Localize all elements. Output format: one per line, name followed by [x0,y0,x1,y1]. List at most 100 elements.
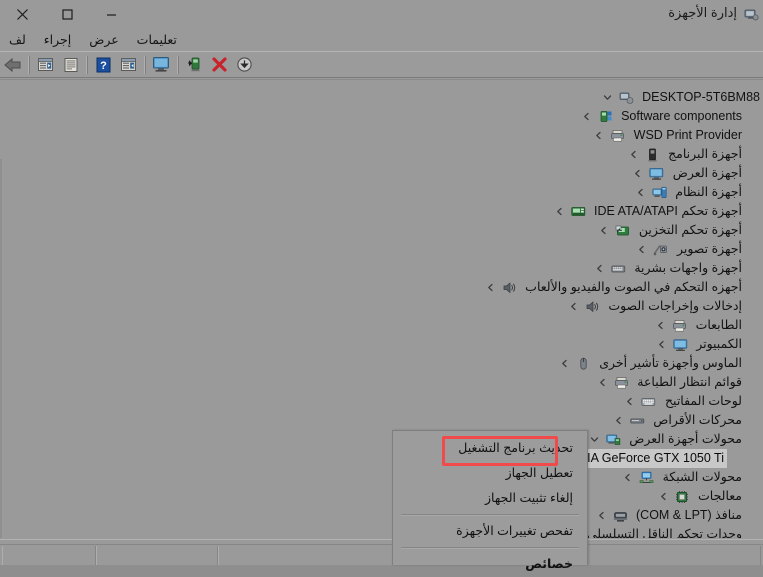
tree-node[interactable]: أجهزة تحكم IDE ATA/ATAPI [0,202,763,221]
tree-node-label: أجهزة تحكم IDE ATA/ATAPI [588,202,745,221]
disable-device-icon[interactable] [232,53,257,77]
context-menu-separator [401,547,579,549]
tree-node-label: قوائم انتظار الطباعة [631,373,745,392]
update-driver-icon[interactable] [182,53,207,77]
tree-node[interactable]: منافذ (COM & LPT) [0,506,763,525]
menu-help[interactable]: تعليمات [128,30,186,50]
maximize-button[interactable] [45,0,89,28]
help-icon[interactable]: ? [91,53,116,77]
device-tree-pane[interactable]: DESKTOP-5T6BM88Software componentsWSD Pr… [0,79,763,538]
tree-node-label: WSD Print Provider [628,126,745,145]
close-button[interactable] [0,0,44,28]
tree-node[interactable]: أجهزه التحكم في الصوت والفيديو والألعاب [0,278,763,297]
chevron-left-icon[interactable] [629,169,647,178]
chevron-left-icon[interactable] [621,397,639,406]
tree-node[interactable]: الطابعات [0,316,763,335]
chevron-left-icon[interactable] [619,473,637,482]
mouse-icon [573,357,593,371]
context-menu[interactable]: تحديث برنامج التشغيل تعطيل الجهاز إلغاء … [392,430,588,565]
tree-node[interactable]: الماوس وأجهزة تأشير أخرى [0,354,763,373]
tree-node[interactable]: محولات أجهزة العرض [0,430,763,449]
tree-node[interactable]: أجهزة تصوير [0,240,763,259]
audio-io-icon [582,300,602,314]
page-title: إدارة الأجهزة [668,5,737,21]
ctx-update-driver[interactable]: تحديث برنامج التشغيل [393,436,587,461]
menu-view[interactable]: عرض [80,30,127,50]
tree-node[interactable]: معالجات [0,487,763,506]
chevron-left-icon[interactable] [624,150,642,159]
device-list-icon[interactable] [116,53,141,77]
tree-node[interactable]: WSD Print Provider [0,126,763,145]
chevron-left-icon[interactable] [652,340,670,349]
chevron-left-icon[interactable] [590,131,608,140]
tree-node-label: Software components [615,107,745,126]
scan-hardware-icon[interactable] [149,53,174,77]
back-arrow-icon[interactable] [0,53,25,77]
tree-node[interactable]: Software components [0,107,763,126]
tree-node[interactable]: إدخالات وإخراجات الصوت [0,297,763,316]
chevron-left-icon[interactable] [555,359,573,368]
chevron-left-icon[interactable] [590,264,608,273]
storage-controller-icon [613,224,633,238]
tree-root-node[interactable]: DESKTOP-5T6BM88 [0,88,763,107]
chevron-left-icon[interactable] [609,416,627,425]
chevron-left-icon[interactable] [593,378,611,387]
tree-node-label: معالجات [692,487,745,506]
toolbar-separator [144,56,146,74]
device-manager-window: إدارة الأجهزة تعليمات عرض إجراء لف [0,0,763,565]
status-cell-1 [2,546,96,565]
ctx-uninstall-device[interactable]: إلغاء تثبيت الجهاز [393,486,587,511]
chevron-left-icon[interactable] [595,226,613,235]
tree-node[interactable]: محركات الأقراص [0,411,763,430]
tree-node[interactable]: قوائم انتظار الطباعة [0,373,763,392]
tree-node[interactable]: أجهزة تحكم التخزين [0,221,763,240]
toolbar-separator [86,56,88,74]
tree-node-label: أجهزة تصوير [671,240,745,259]
tree-node[interactable]: لوحات المفاتيح [0,392,763,411]
tree-node-label: محولات أجهزة العرض [623,430,745,449]
tree-node[interactable]: أجهزة النظام [0,183,763,202]
tree-node-label: أجهزة النظام [669,183,745,202]
chevron-left-icon[interactable] [481,283,499,292]
chevron-down-icon[interactable] [598,93,616,102]
chevron-left-icon[interactable] [550,207,568,216]
properties-icon[interactable] [58,53,83,77]
print-queue-icon [611,376,631,390]
processor-icon [672,490,692,504]
ctx-disable-device[interactable]: تعطيل الجهاز [393,461,587,486]
chevron-left-icon[interactable] [564,302,582,311]
tree-node-label: منافذ (COM & LPT) [630,506,745,525]
software-device-icon [642,148,662,162]
menu-file[interactable]: لف [0,30,35,50]
menu-action[interactable]: إجراء [35,30,80,50]
tree-node[interactable]: NVIDIA GeForce GTX 1050 Ti [0,449,763,468]
tree-node-label: أجهزة العرض [667,164,745,183]
software-component-icon [595,110,615,124]
status-bar [0,539,763,565]
tree-node[interactable]: محولات الشبكة [0,468,763,487]
chevron-left-icon[interactable] [592,511,610,520]
tree-node[interactable]: أجهزة العرض [0,164,763,183]
chevron-left-icon[interactable] [631,188,649,197]
device-manager-icon [744,7,759,22]
minimize-button[interactable] [89,0,133,28]
svg-text:?: ? [100,60,107,72]
computer-icon [616,91,636,105]
keyboard-icon [639,395,659,409]
tree-node[interactable]: وحدات تحكم الناقل التسلسلي العالمي [0,525,763,538]
title-bar: إدارة الأجهزة [0,0,763,28]
tree-node[interactable]: أجهزة البرنامج [0,145,763,164]
device-tree[interactable]: DESKTOP-5T6BM88Software componentsWSD Pr… [0,80,763,538]
ctx-scan-hardware[interactable]: تفحص تغييرات الأجهزة [393,519,587,544]
chevron-left-icon[interactable] [577,112,595,121]
tree-node[interactable]: أجهزة واجهات بشرية [0,259,763,278]
printer-icon [608,129,628,143]
tree-node-label: الكمبيوتر [690,335,745,354]
chevron-left-icon[interactable] [654,492,672,501]
chevron-left-icon[interactable] [652,321,670,330]
uninstall-device-icon[interactable] [207,53,232,77]
tree-node[interactable]: الكمبيوتر [0,335,763,354]
tree-node-label: إدخالات وإخراجات الصوت [602,297,745,316]
show-hidden-devices-icon[interactable] [33,53,58,77]
chevron-left-icon[interactable] [633,245,651,254]
